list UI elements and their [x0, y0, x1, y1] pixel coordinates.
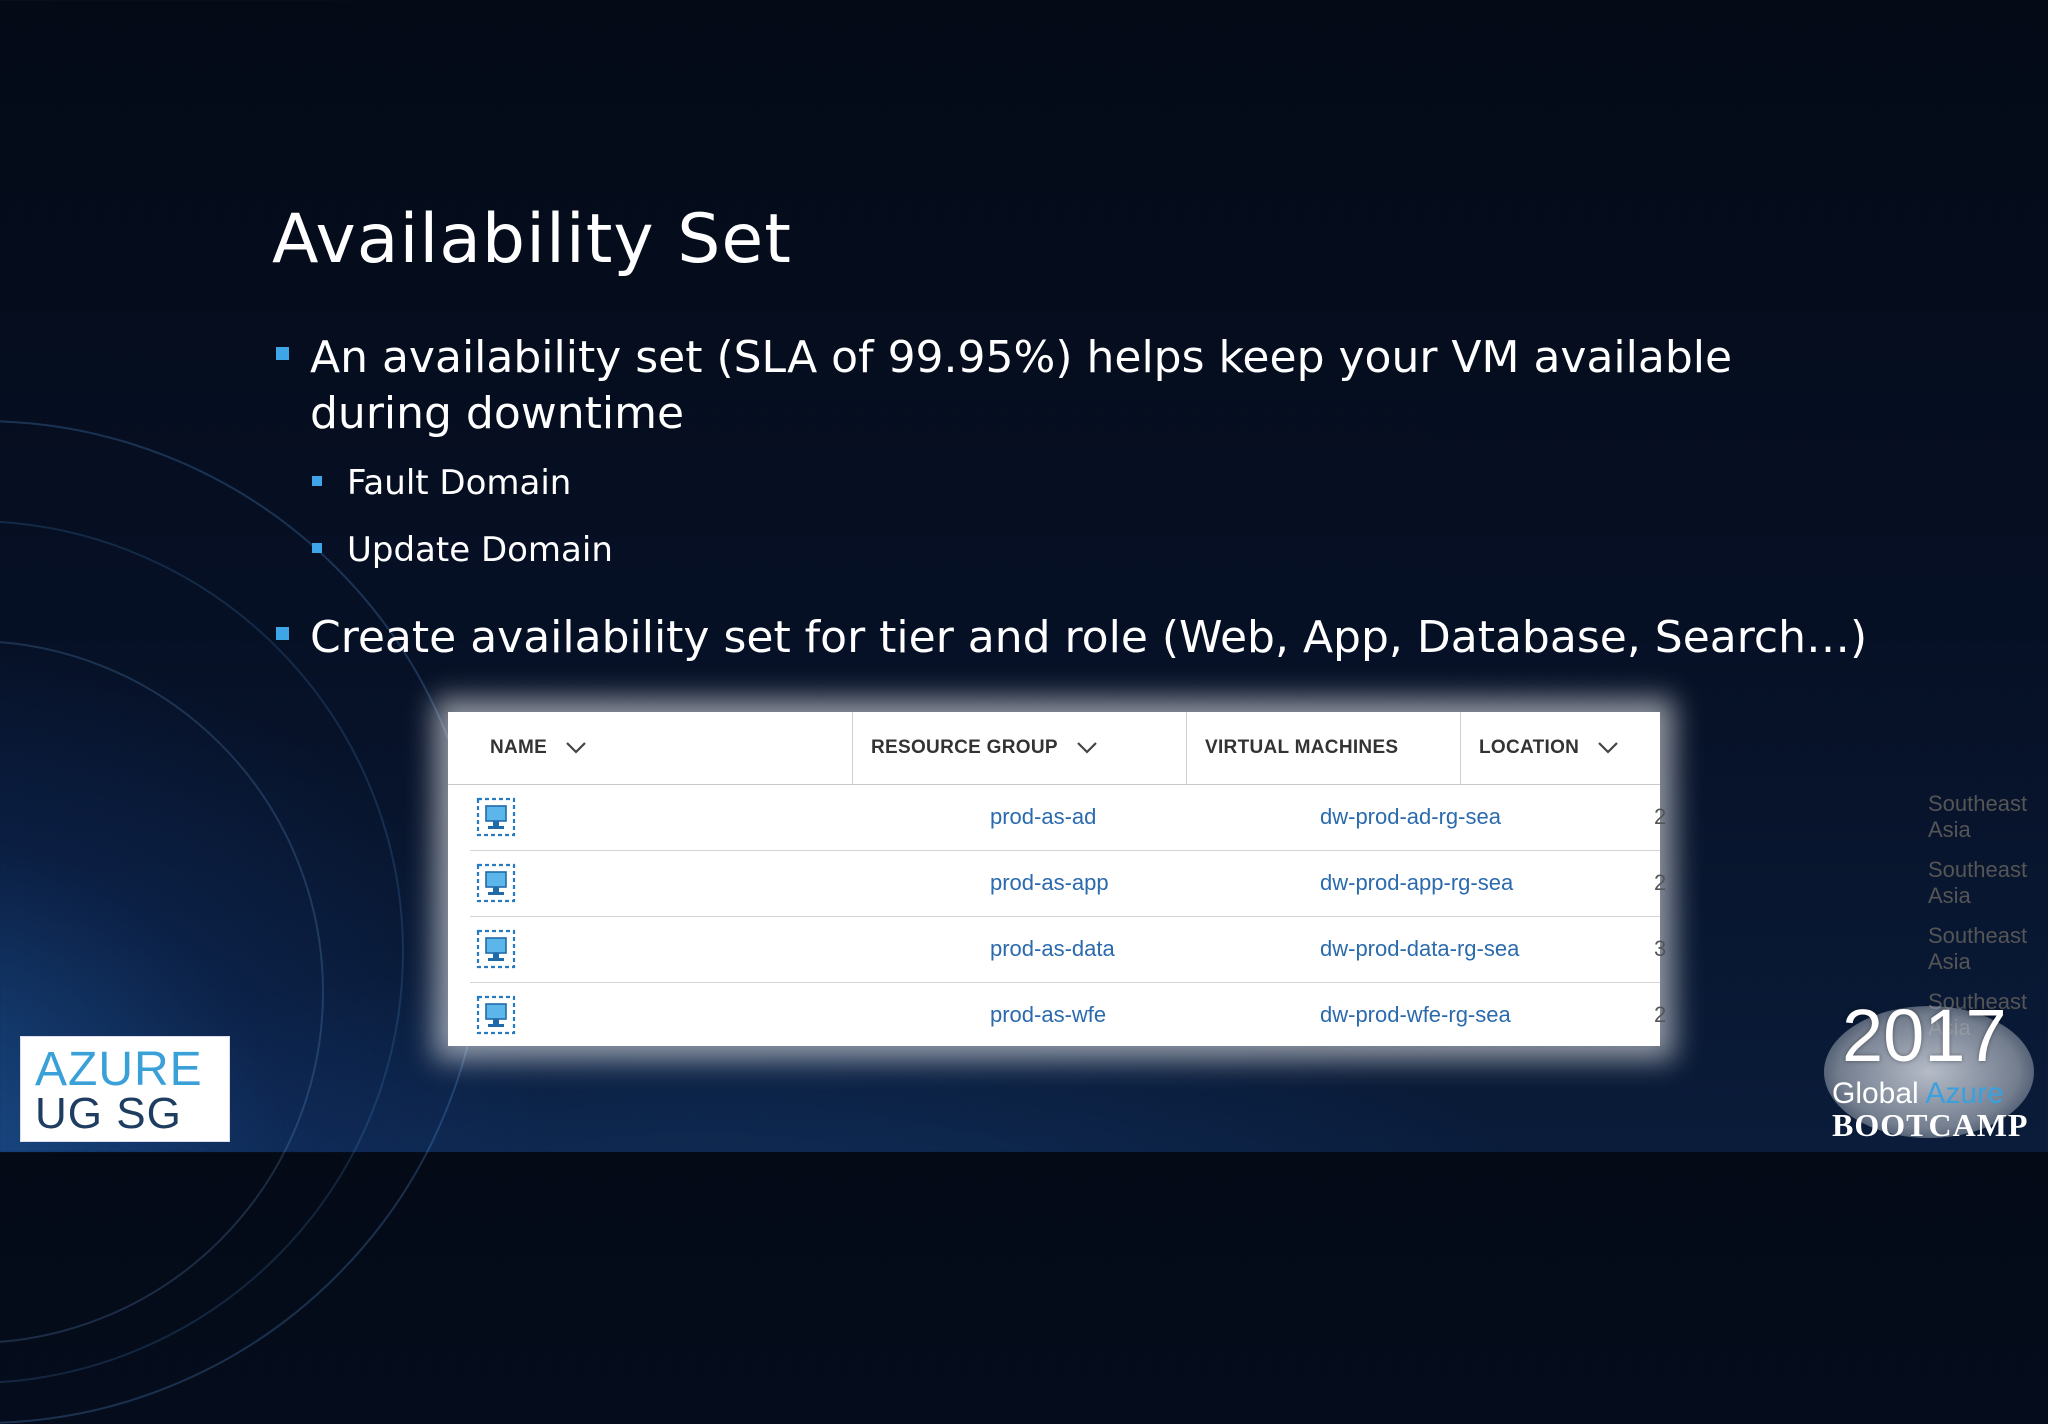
row-name-link[interactable]: prod-as-ad: [990, 784, 1096, 850]
row-vm-count: 3: [1654, 936, 1667, 961]
row-vm-count: 2: [1654, 1002, 1667, 1027]
column-label: LOCATION: [1479, 737, 1580, 758]
azure-ugsg-logo: AZURE UG SG: [20, 1036, 230, 1142]
grid-header: NAME RESOURCE GROUP VIRTUAL MACHINES LOC…: [448, 712, 1660, 785]
logo-global-azure: Global Azure: [1832, 1078, 2004, 1110]
row-vm-count: 2: [1654, 870, 1667, 895]
row-name-link[interactable]: prod-as-wfe: [990, 982, 1106, 1048]
row-resource-group-link[interactable]: dw-prod-data-rg-sea: [1320, 916, 1519, 982]
bullet-availability-set: An availability set (SLA of 99.95%) help…: [276, 330, 1836, 442]
bullet-text: An availability set (SLA of 99.95%) help…: [310, 332, 1733, 439]
availability-set-icon: [476, 797, 516, 837]
availability-set-icon: [476, 863, 516, 903]
row-resource-group-link[interactable]: dw-prod-ad-rg-sea: [1320, 784, 1501, 850]
column-label: RESOURCE GROUP: [871, 737, 1058, 758]
row-location: Southeast Asia: [1928, 791, 2028, 842]
table-row[interactable]: prod-as-wfe dw-prod-wfe-rg-sea 2 Southea…: [470, 982, 2027, 1048]
logo-year: 2017: [1842, 994, 2007, 1077]
global-azure-bootcamp-logo: 2017 Global Azure BOOTCAMP: [1820, 996, 2038, 1146]
row-name-link[interactable]: prod-as-data: [990, 916, 1115, 982]
availability-set-icon: [476, 995, 516, 1035]
row-name-link[interactable]: prod-as-app: [990, 850, 1109, 916]
bullet-text: Update Domain: [347, 530, 613, 570]
row-resource-group-link[interactable]: dw-prod-app-rg-sea: [1320, 850, 1513, 916]
column-header-virtual-machines: VIRTUAL MACHINES: [1186, 712, 1457, 784]
row-location: Southeast Asia: [1928, 923, 2028, 974]
row-location: Southeast Asia: [1928, 857, 2028, 908]
bullet-create-availability-set: Create availability set for tier and rol…: [276, 610, 1867, 666]
column-header-name[interactable]: NAME: [490, 712, 840, 784]
bullet-marker: [312, 543, 322, 553]
logo-text-azure: AZURE: [35, 1043, 203, 1096]
bullet-text: Create availability set for tier and rol…: [310, 612, 1868, 663]
table-row[interactable]: prod-as-ad dw-prod-ad-rg-sea 2 Southeast…: [470, 784, 2027, 851]
sub-bullet-fault-domain: Fault Domain: [312, 460, 571, 506]
bullet-text: Fault Domain: [347, 463, 572, 503]
logo-text-ugsg: UG SG: [35, 1089, 182, 1138]
column-header-resource-group[interactable]: RESOURCE GROUP: [852, 712, 1201, 784]
bullet-marker: [312, 476, 322, 486]
bullet-marker: [276, 347, 289, 360]
availability-set-icon: [476, 929, 516, 969]
column-header-location[interactable]: LOCATION: [1460, 712, 1669, 784]
column-label: VIRTUAL MACHINES: [1205, 737, 1399, 758]
row-resource-group-link[interactable]: dw-prod-wfe-rg-sea: [1320, 982, 1511, 1048]
availability-set-grid: NAME RESOURCE GROUP VIRTUAL MACHINES LOC…: [448, 712, 2027, 1048]
chevron-down-icon: [1598, 742, 1618, 754]
row-vm-count: 2: [1654, 804, 1667, 829]
slide-title: Availability Set: [272, 200, 792, 279]
chevron-down-icon: [566, 742, 586, 754]
chevron-down-icon: [1077, 742, 1097, 754]
table-row[interactable]: prod-as-data dw-prod-data-rg-sea 3 South…: [470, 916, 2027, 983]
table-row[interactable]: prod-as-app dw-prod-app-rg-sea 2 Southea…: [470, 850, 2027, 917]
bullet-marker: [276, 627, 289, 640]
logo-text-bootcamp: BOOTCAMP: [1832, 1107, 2029, 1143]
logo-text-azure: Azure: [1925, 1077, 2004, 1110]
column-label: NAME: [490, 737, 548, 758]
sub-bullet-update-domain: Update Domain: [312, 527, 613, 573]
logo-text-global: Global: [1832, 1077, 1919, 1110]
